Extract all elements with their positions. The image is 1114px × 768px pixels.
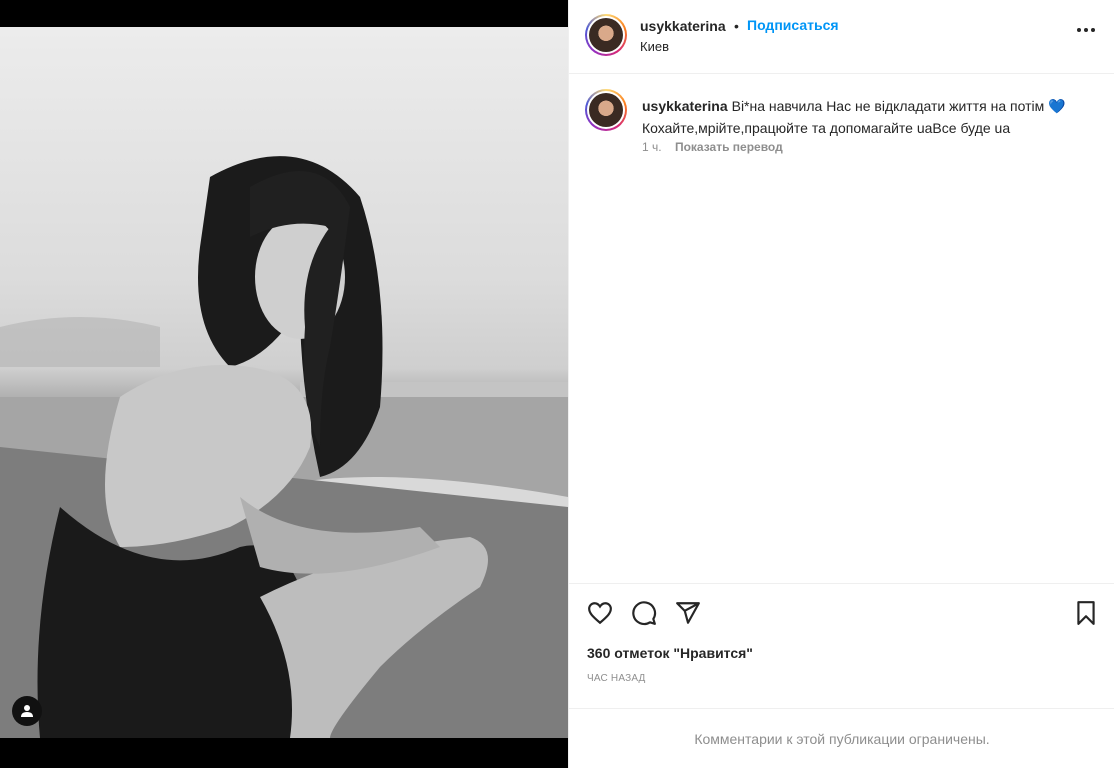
heart-icon[interactable] bbox=[587, 600, 613, 626]
avatar bbox=[589, 93, 623, 127]
comments-restricted-notice: Комментарии к этой публикации ограничены… bbox=[569, 708, 1114, 768]
caption-time[interactable]: 1 ч. bbox=[642, 140, 662, 154]
post-photo[interactable] bbox=[0, 27, 568, 738]
action-bar: 360 отметок "Нравится" ЧАС НАЗАД bbox=[569, 583, 1114, 708]
caption-text: usykkaterina Ві*на навчила Нас не відклад… bbox=[642, 95, 1092, 139]
caption-avatar[interactable] bbox=[585, 89, 627, 131]
comments-restricted-text: Комментарии к этой публикации ограничены… bbox=[694, 730, 990, 747]
post-time: ЧАС НАЗАД bbox=[587, 673, 646, 684]
header-username[interactable]: usykkaterina bbox=[640, 18, 726, 34]
show-translation-button[interactable]: Показать перевод bbox=[675, 140, 783, 154]
more-options-icon[interactable] bbox=[1077, 28, 1095, 32]
user-tag-icon bbox=[21, 705, 33, 717]
share-icon[interactable] bbox=[675, 600, 701, 626]
post-header: usykkaterina • Подписаться Киев bbox=[569, 0, 1114, 74]
comment-icon[interactable] bbox=[631, 600, 657, 626]
photo-illustration bbox=[0, 156, 568, 738]
caption-username[interactable]: usykkaterina bbox=[642, 98, 728, 114]
caption-block: usykkaterina Ві*на навчила Нас не відклад… bbox=[569, 75, 1114, 583]
separator-dot: • bbox=[734, 18, 739, 34]
likes-count[interactable]: 360 отметок "Нравится" bbox=[587, 645, 753, 661]
caption-meta: 1 ч. Показать перевод bbox=[642, 140, 783, 154]
location-link[interactable]: Киев bbox=[640, 39, 669, 54]
post-side-panel: usykkaterina • Подписаться Киев usykkate… bbox=[568, 0, 1114, 768]
follow-button[interactable]: Подписаться bbox=[747, 17, 839, 33]
post-media bbox=[0, 0, 568, 768]
bookmark-icon[interactable] bbox=[1073, 600, 1099, 626]
header-avatar[interactable] bbox=[585, 14, 627, 56]
avatar bbox=[589, 18, 623, 52]
user-tag-button[interactable] bbox=[12, 696, 42, 726]
